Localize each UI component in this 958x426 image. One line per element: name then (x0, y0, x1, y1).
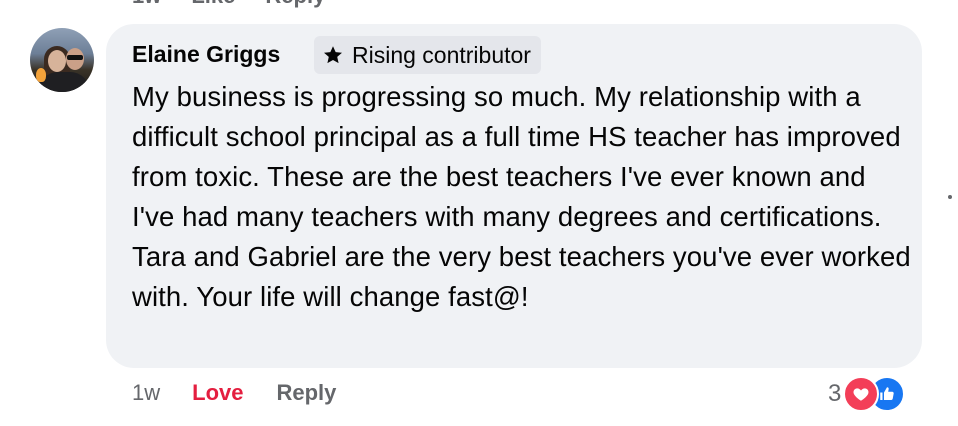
reaction-count: 3 (828, 380, 842, 407)
love-reaction-button[interactable]: Love (192, 380, 243, 406)
more-options-icon[interactable] (948, 195, 952, 199)
badge-label: Rising contributor (352, 41, 531, 68)
previous-comment-reply-button[interactable]: Reply (265, 0, 325, 9)
comment-text: My business is progressing so much. My r… (132, 81, 911, 312)
previous-comment-like-button[interactable]: Like (191, 0, 235, 9)
comment-actions: 1w Love Reply (132, 380, 336, 406)
previous-comment-actions: 1w Like Reply (132, 0, 355, 9)
star-icon (324, 46, 342, 64)
previous-comment-time[interactable]: 1w (132, 0, 161, 9)
comment-author[interactable]: Elaine Griggs (132, 41, 280, 68)
reply-button[interactable]: Reply (276, 380, 336, 406)
avatar[interactable] (30, 28, 94, 92)
comment-time[interactable]: 1w (132, 380, 160, 406)
contributor-badge[interactable]: Rising contributor (314, 36, 541, 74)
reaction-summary[interactable]: 3 (828, 376, 906, 412)
